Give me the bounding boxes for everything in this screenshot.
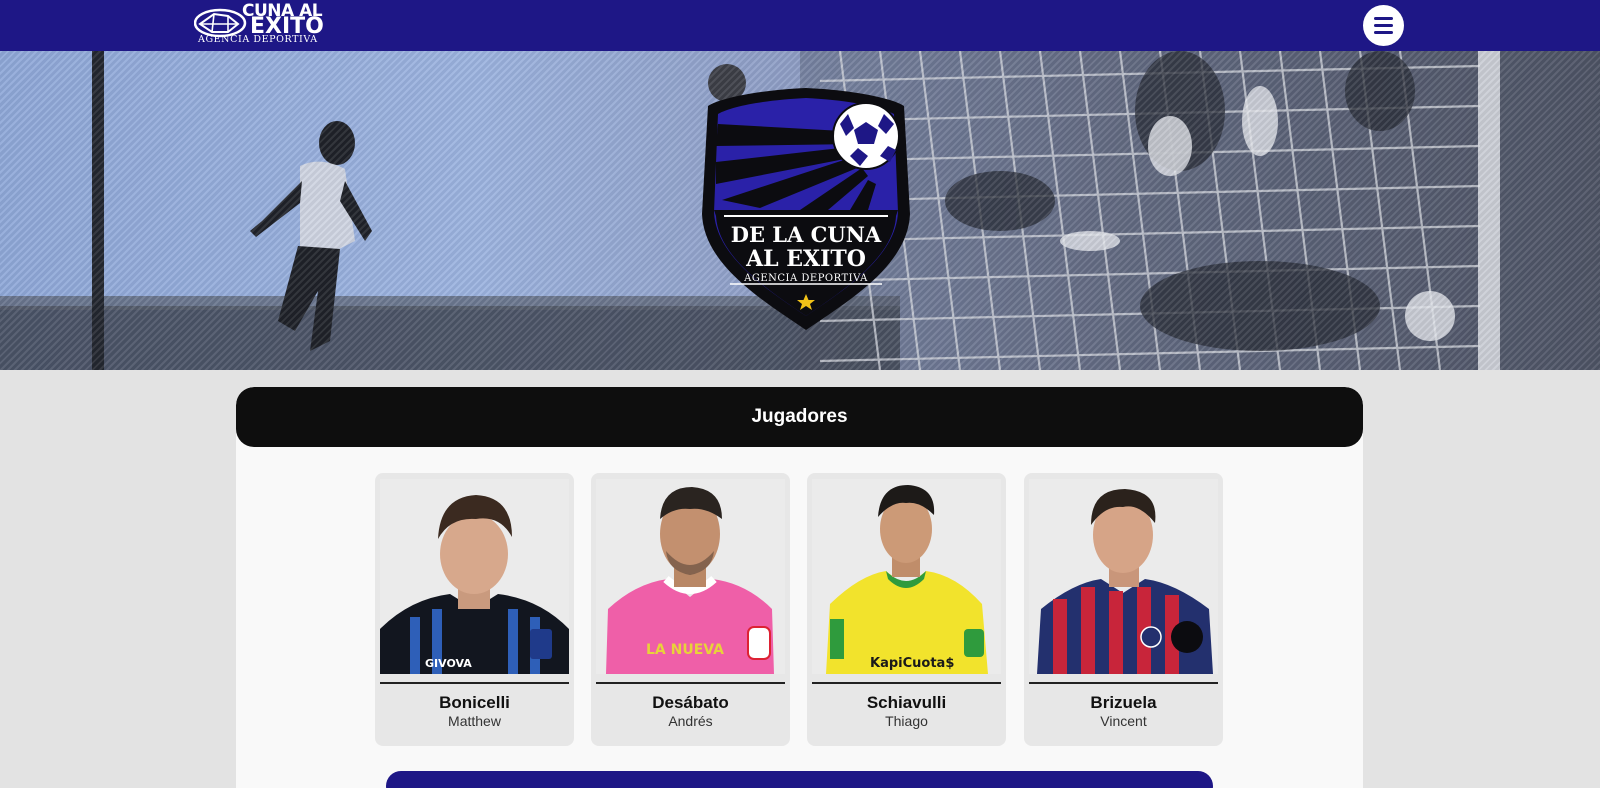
section-title: Jugadores — [751, 406, 848, 427]
player-card[interactable]: GIVOVA Bonicelli Matthew — [375, 473, 574, 746]
bottom-bar — [386, 771, 1213, 788]
player-photo: KapiCuota$ — [812, 479, 1001, 674]
player-card[interactable]: KapiCuota$ Schiavulli Thiago — [807, 473, 1006, 746]
section-header: Jugadores — [236, 387, 1363, 447]
players-panel: Jugadores GIVOVA Bonicelli Matthew LA NU… — [236, 387, 1363, 788]
player-surname: Bonicelli — [439, 693, 510, 712]
player-photo: LA NUEVA — [596, 479, 785, 674]
player-surname: Desábato — [652, 693, 729, 712]
svg-text:GIVOVA: GIVOVA — [425, 657, 472, 670]
brand-line-3: AGENCIA DEPORTIVA — [198, 34, 318, 45]
player-first-name: Matthew — [448, 713, 501, 729]
player-first-name: Thiago — [885, 713, 928, 729]
hamburger-icon — [1374, 17, 1393, 21]
top-navbar: CUNA AL EXITO AGENCIA DEPORTIVA — [0, 0, 1600, 51]
svg-text:LA NUEVA: LA NUEVA — [646, 642, 724, 658]
agency-crest-logo: DE LA CUNA AL EXITO AGENCIA DEPORTIVA — [702, 88, 910, 330]
player-card[interactable]: LA NUEVA Desábato Andrés — [591, 473, 790, 746]
brand-logo[interactable]: CUNA AL EXITO AGENCIA DEPORTIVA — [194, 2, 340, 45]
soccer-ball-icon — [832, 102, 900, 170]
player-first-name: Andrés — [668, 713, 713, 729]
hero-banner: DE LA CUNA AL EXITO AGENCIA DEPORTIVA — [0, 51, 1600, 370]
svg-text:KapiCuota$: KapiCuota$ — [870, 656, 954, 671]
crest-line-1: DE LA CUNA — [731, 222, 882, 247]
player-photo — [1029, 479, 1218, 674]
player-card[interactable]: Brizuela Vincent — [1024, 473, 1223, 746]
crest-line-2: AL EXITO — [745, 246, 866, 272]
crest-line-3: AGENCIA DEPORTIVA — [743, 273, 868, 284]
player-surname: Brizuela — [1090, 693, 1157, 712]
player-photo: GIVOVA — [380, 479, 569, 674]
player-first-name: Vincent — [1100, 713, 1147, 729]
menu-button[interactable] — [1363, 5, 1404, 46]
player-surname: Schiavulli — [866, 693, 947, 712]
